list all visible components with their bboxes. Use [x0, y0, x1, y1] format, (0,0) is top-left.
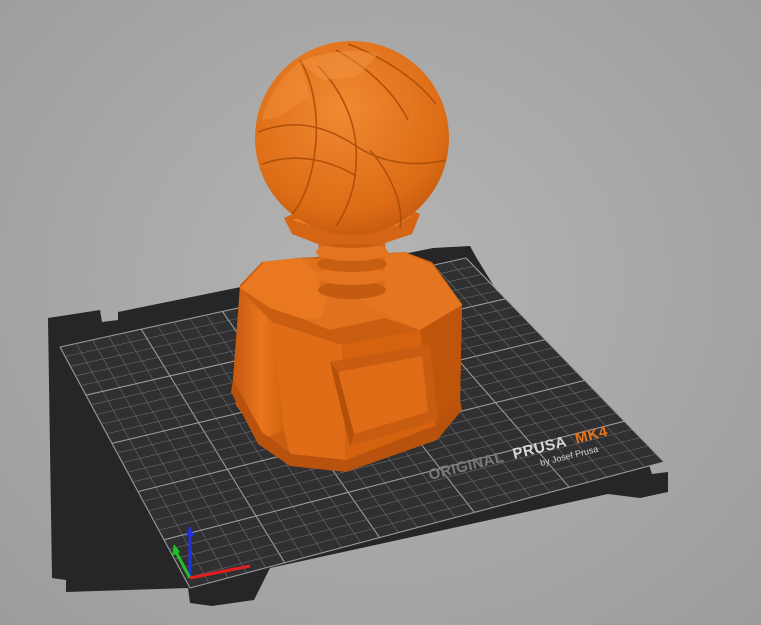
3d-viewport[interactable]: ORIGINAL PRUSA MK4 by Josef Prusa — [0, 0, 761, 625]
trophy-ball — [255, 41, 449, 235]
3d-scene[interactable]: ORIGINAL PRUSA MK4 by Josef Prusa — [0, 0, 761, 625]
